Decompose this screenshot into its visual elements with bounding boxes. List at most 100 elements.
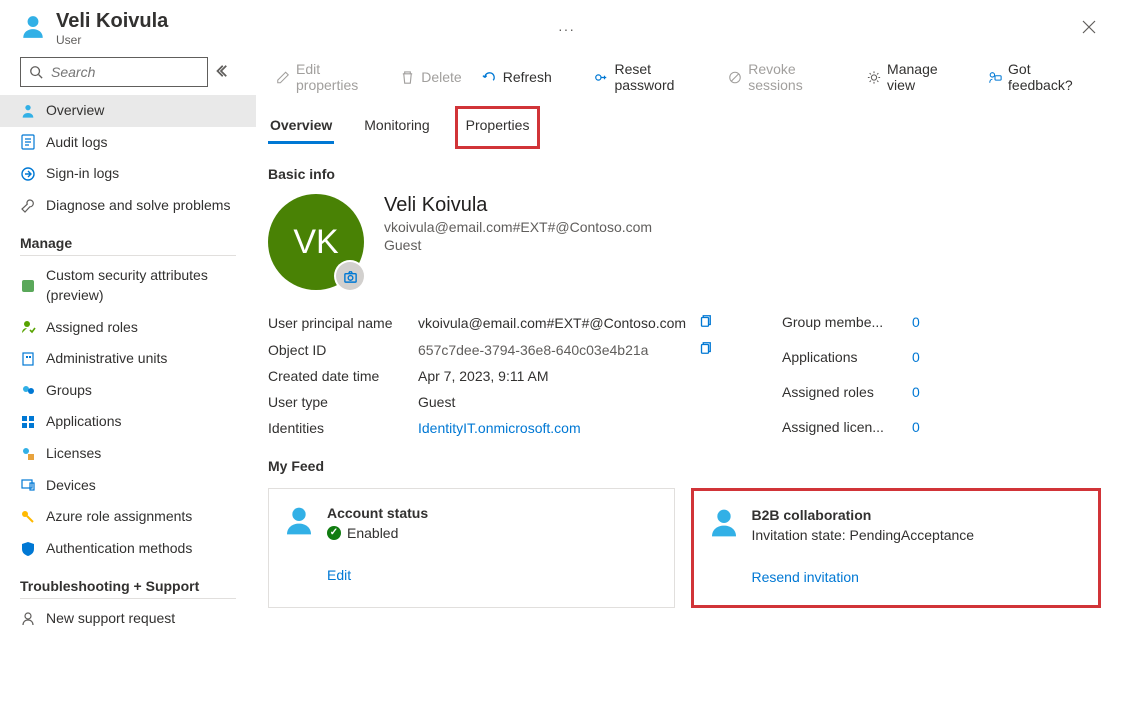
copy-objectid-button[interactable] — [698, 341, 722, 358]
document-icon — [20, 134, 36, 150]
sidebar-item-label: Devices — [46, 476, 96, 496]
user-type: Guest — [384, 237, 652, 253]
card-account-status: Account status Enabled Edit — [268, 488, 675, 608]
created-label: Created date time — [268, 368, 418, 384]
card-status: Enabled — [347, 525, 398, 541]
delete-button[interactable]: Delete — [392, 65, 469, 89]
shield-icon — [20, 541, 36, 557]
sidebar-item-label: Azure role assignments — [46, 507, 192, 527]
stat-licenses-label: Assigned licen... — [782, 419, 912, 436]
user-email: vkoivula@email.com#EXT#@Contoso.com — [384, 219, 652, 235]
sidebar-item-admin-units[interactable]: Administrative units — [0, 343, 256, 375]
sidebar-item-assigned-roles[interactable]: Assigned roles — [0, 312, 256, 344]
sidebar-item-diagnose[interactable]: Diagnose and solve problems — [0, 190, 256, 222]
sidebar-item-label: Sign-in logs — [46, 164, 119, 184]
sidebar-item-support-request[interactable]: New support request — [0, 603, 256, 635]
basic-info-header: Basic info — [268, 166, 1101, 182]
refresh-button[interactable]: Refresh — [474, 65, 560, 89]
card-title: B2B collaboration — [752, 507, 975, 523]
user-icon — [283, 505, 315, 593]
objectid-value: 657c7dee-3794-36e8-640c03e4b21a — [418, 342, 698, 358]
search-input[interactable] — [49, 63, 199, 81]
card-edit-link[interactable]: Edit — [327, 567, 351, 583]
sidebar-item-label: Custom security attributes (preview) — [46, 266, 246, 305]
groups-icon — [20, 383, 36, 399]
sidebar-item-devices[interactable]: Devices — [0, 470, 256, 502]
toolbar: Edit properties Delete Refresh Reset pas… — [268, 53, 1101, 107]
page-title: Veli Koivula — [56, 10, 550, 33]
card-title: Account status — [327, 505, 428, 521]
sidebar-item-label: Applications — [46, 412, 122, 432]
apps-icon — [20, 414, 36, 430]
collapse-sidebar-button[interactable] — [214, 64, 228, 81]
edit-avatar-button[interactable] — [336, 262, 364, 290]
security-attr-icon — [20, 278, 36, 294]
wrench-icon — [20, 198, 36, 214]
page-subtitle: User — [56, 33, 550, 47]
tabs: Overview Monitoring Properties — [268, 107, 1101, 144]
tab-monitoring[interactable]: Monitoring — [362, 111, 431, 144]
sidebar-item-licenses[interactable]: Licenses — [0, 438, 256, 470]
key-icon — [20, 509, 36, 525]
copy-upn-button[interactable] — [698, 314, 722, 331]
user-icon — [20, 103, 36, 119]
sidebar-item-signin-logs[interactable]: Sign-in logs — [0, 158, 256, 190]
licenses-icon — [20, 446, 36, 462]
edit-properties-button[interactable]: Edit properties — [268, 57, 388, 97]
check-icon — [327, 526, 341, 540]
sidebar-item-label: Groups — [46, 381, 92, 401]
sidebar-header-troubleshoot: Troubleshooting + Support — [20, 566, 236, 599]
card-resend-link[interactable]: Resend invitation — [752, 569, 859, 585]
user-icon — [20, 14, 46, 43]
revoke-sessions-button[interactable]: Revoke sessions — [720, 57, 855, 97]
signin-icon — [20, 166, 36, 182]
usertype-label: User type — [268, 394, 418, 410]
user-check-icon — [20, 319, 36, 335]
sidebar-item-label: Overview — [46, 101, 104, 121]
more-actions-button[interactable]: ··· — [550, 17, 583, 41]
manage-view-button[interactable]: Manage view — [859, 57, 972, 97]
sidebar-item-label: Licenses — [46, 444, 101, 464]
sidebar-item-custom-security[interactable]: Custom security attributes (preview) — [0, 260, 256, 311]
sidebar-item-groups[interactable]: Groups — [0, 375, 256, 407]
sidebar-item-applications[interactable]: Applications — [0, 406, 256, 438]
stat-roles-value[interactable]: 0 — [912, 384, 952, 401]
identities-value[interactable]: IdentityIT.onmicrosoft.com — [418, 420, 698, 436]
stat-groups-value[interactable]: 0 — [912, 314, 952, 331]
stat-roles-label: Assigned roles — [782, 384, 912, 401]
sidebar-item-label: Diagnose and solve problems — [46, 196, 230, 216]
close-button[interactable] — [1077, 15, 1101, 42]
upn-label: User principal name — [268, 315, 418, 331]
upn-value: vkoivula@email.com#EXT#@Contoso.com — [418, 315, 698, 331]
stat-apps-value[interactable]: 0 — [912, 349, 952, 366]
sidebar: Overview Audit logs Sign-in logs Diagnos… — [0, 53, 256, 635]
support-icon — [20, 611, 36, 627]
sidebar-item-label: New support request — [46, 609, 175, 629]
created-value: Apr 7, 2023, 9:11 AM — [418, 368, 698, 384]
sidebar-item-label: Audit logs — [46, 133, 107, 153]
sidebar-item-label: Authentication methods — [46, 539, 192, 559]
tab-properties[interactable]: Properties — [460, 111, 536, 144]
sidebar-item-azure-roles[interactable]: Azure role assignments — [0, 501, 256, 533]
tab-overview[interactable]: Overview — [268, 111, 334, 144]
sidebar-item-label: Administrative units — [46, 349, 167, 369]
sidebar-item-audit-logs[interactable]: Audit logs — [0, 127, 256, 159]
card-status: Invitation state: PendingAcceptance — [752, 527, 975, 543]
sidebar-item-auth-methods[interactable]: Authentication methods — [0, 533, 256, 565]
user-icon — [708, 507, 740, 591]
sidebar-header-manage: Manage — [20, 223, 236, 256]
search-input-wrapper[interactable] — [20, 57, 208, 87]
reset-password-button[interactable]: Reset password — [586, 57, 716, 97]
sidebar-item-overview[interactable]: Overview — [0, 95, 256, 127]
stat-groups-label: Group membe... — [782, 314, 912, 331]
devices-icon — [20, 477, 36, 493]
card-b2b-collaboration: B2B collaboration Invitation state: Pend… — [691, 488, 1102, 608]
objectid-label: Object ID — [268, 342, 418, 358]
usertype-value: Guest — [418, 394, 698, 410]
stat-licenses-value[interactable]: 0 — [912, 419, 952, 436]
stat-apps-label: Applications — [782, 349, 912, 366]
sidebar-item-label: Assigned roles — [46, 318, 138, 338]
building-icon — [20, 351, 36, 367]
my-feed-header: My Feed — [268, 458, 1101, 474]
feedback-button[interactable]: Got feedback? — [980, 57, 1101, 97]
